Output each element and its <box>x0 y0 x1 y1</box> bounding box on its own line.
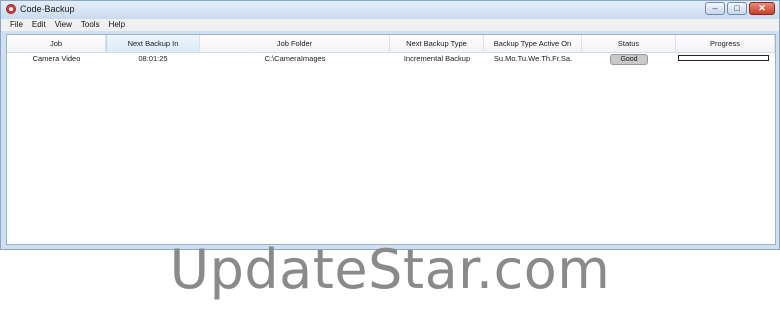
cell-next-backup-type: Incremental Backup <box>403 54 471 63</box>
column-header-job-folder[interactable]: Job Folder <box>200 35 390 52</box>
column-header-next-backup-in[interactable]: ▲ Next Backup In <box>106 35 200 52</box>
column-header-backup-type-active-on[interactable]: Backup Type Active On <box>484 35 582 52</box>
cell-status: Good <box>582 52 676 66</box>
menu-edit[interactable]: Edit <box>32 19 46 31</box>
table-row[interactable]: Camera Video 08:01:25 C:\CameraImages In… <box>7 52 775 66</box>
cell-job-folder: C:\CameraImages <box>264 54 326 63</box>
table-header: Job ▲ Next Backup In Job Folder Next Bac… <box>7 35 775 53</box>
menu-help[interactable]: Help <box>109 19 125 31</box>
window-controls: – □ ✕ <box>705 2 775 15</box>
title-bar[interactable]: Code·Backup – □ ✕ <box>1 1 779 19</box>
sort-arrow-icon: ▲ <box>150 35 156 36</box>
menu-file[interactable]: File <box>10 19 23 31</box>
progress-bar <box>678 55 769 61</box>
window-title: Code·Backup <box>20 4 75 14</box>
close-button[interactable]: ✕ <box>749 2 775 15</box>
column-header-progress[interactable]: Progress <box>676 35 775 52</box>
column-header-next-backup-type[interactable]: Next Backup Type <box>390 35 484 52</box>
status-badge: Good <box>610 54 648 65</box>
app-window: Code·Backup – □ ✕ File Edit View Tools H… <box>0 0 780 250</box>
maximize-button[interactable]: □ <box>727 2 747 15</box>
minimize-button[interactable]: – <box>705 2 725 15</box>
column-header-job[interactable]: Job <box>7 35 106 52</box>
cell-job: Camera Video <box>32 54 81 63</box>
menu-bar: File Edit View Tools Help <box>1 19 779 31</box>
cell-active-on: Su.Mo.Tu.We.Th.Fr.Sa. <box>493 54 573 63</box>
cell-progress <box>676 52 775 66</box>
app-logo-icon <box>6 4 16 14</box>
watermark-text: UpdateStar.com <box>169 238 611 301</box>
column-header-label: Next Backup In <box>127 39 179 48</box>
jobs-table: Job ▲ Next Backup In Job Folder Next Bac… <box>6 34 776 245</box>
menu-view[interactable]: View <box>55 19 72 31</box>
menu-tools[interactable]: Tools <box>81 19 100 31</box>
column-header-status[interactable]: Status <box>582 35 676 52</box>
cell-next-backup-in: 08:01:25 <box>138 54 168 63</box>
